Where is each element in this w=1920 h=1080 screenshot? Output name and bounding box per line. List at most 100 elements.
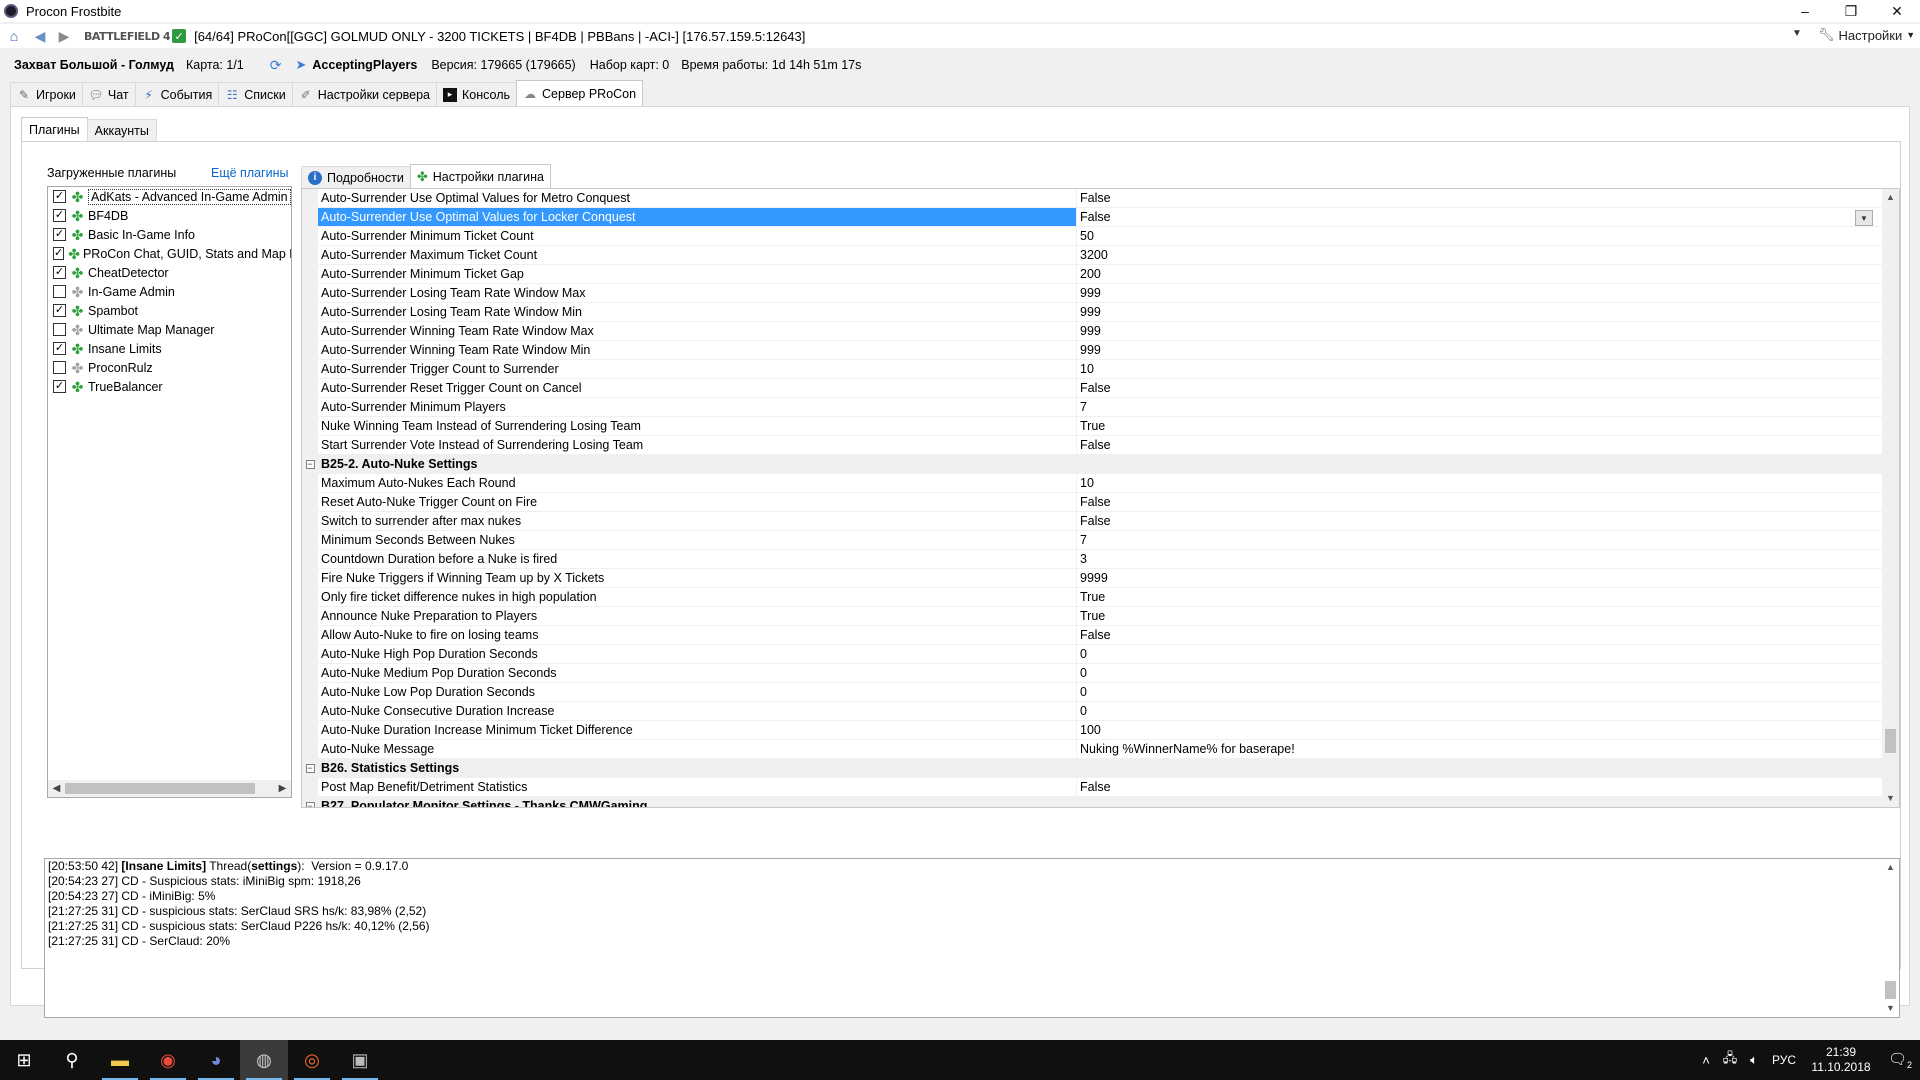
setting-value[interactable]: 9999	[1076, 569, 1882, 588]
minimize-button[interactable]: –	[1782, 0, 1828, 22]
setting-name[interactable]: Auto-Nuke Medium Pop Duration Seconds	[318, 664, 1076, 683]
settings-row[interactable]: Auto-Surrender Use Optimal Values for Lo…	[302, 208, 1882, 227]
tab-console[interactable]: ▸ Консоль	[436, 82, 518, 106]
setting-value[interactable]: 999	[1076, 284, 1882, 303]
settings-row[interactable]: Auto-Surrender Reset Trigger Count on Ca…	[302, 379, 1882, 398]
volume-icon[interactable]: 🔈︎	[1742, 1052, 1766, 1068]
setting-value[interactable]: 200	[1076, 265, 1882, 284]
setting-value[interactable]: 100	[1076, 721, 1882, 740]
setting-name[interactable]: Auto-Nuke Message	[318, 740, 1076, 759]
plugin-list[interactable]: ✓ ✤ AdKats - Advanced In-Game Admin ✓ ✤ BF4DB…	[47, 186, 292, 798]
setting-name[interactable]: Auto-Surrender Use Optimal Values for Lo…	[318, 208, 1076, 227]
settings-row[interactable]: Auto-Nuke Consecutive Duration Increase 0	[302, 702, 1882, 721]
setting-name[interactable]: Only fire ticket difference nukes in hig…	[318, 588, 1076, 607]
setting-name[interactable]: Auto-Nuke Consecutive Duration Increase	[318, 702, 1076, 721]
setting-value[interactable]: 50	[1076, 227, 1882, 246]
settings-row[interactable]: Minimum Seconds Between Nukes 7	[302, 531, 1882, 550]
settings-row[interactable]: Auto-Surrender Use Optimal Values for Me…	[302, 189, 1882, 208]
plugin-list-item[interactable]: ✤ ProconRulz	[48, 358, 291, 377]
setting-value[interactable]: 999	[1076, 322, 1882, 341]
tab-procon-server[interactable]: ☁︎ Сервер PRoCon	[516, 80, 644, 106]
plugin-enabled-checkbox[interactable]: ✓	[53, 247, 65, 260]
setting-value[interactable]: False	[1076, 626, 1882, 645]
setting-value[interactable]: False	[1076, 512, 1882, 531]
plugin-enabled-checkbox[interactable]: ✓	[53, 304, 66, 317]
log-scrollbar[interactable]: ▲ ▼	[1882, 859, 1899, 1017]
settings-row[interactable]: Auto-Surrender Winning Team Rate Window …	[302, 322, 1882, 341]
taskbar-procon[interactable]: ◍	[240, 1040, 288, 1080]
setting-value[interactable]: False	[1076, 778, 1882, 797]
plugin-output-log[interactable]: [20:53:50 42] [Insane Limits] Thread(set…	[44, 858, 1900, 1018]
settings-row[interactable]: Auto-Nuke Message Nuking %WinnerName% for…	[302, 740, 1882, 759]
chevron-up-icon[interactable]: ˄	[1694, 1053, 1718, 1068]
plugin-enabled-checkbox[interactable]: ✓	[53, 380, 66, 393]
notifications-icon[interactable]: 🗨︎2	[1880, 1050, 1920, 1070]
network-icon[interactable]: 🖧︎	[1718, 1049, 1742, 1071]
settings-row[interactable]: Only fire ticket difference nukes in hig…	[302, 588, 1882, 607]
plugin-enabled-checkbox[interactable]: ✓	[53, 266, 66, 279]
plugin-enabled-checkbox[interactable]	[53, 361, 66, 374]
settings-row[interactable]: Countdown Duration before a Nuke is fire…	[302, 550, 1882, 569]
setting-name[interactable]: Reset Auto-Nuke Trigger Count on Fire	[318, 493, 1076, 512]
plugin-list-item[interactable]: ✓✤PRoCon Chat, GUID, Stats and Map Logge…	[48, 244, 291, 263]
settings-category[interactable]: − B26. Statistics Settings	[302, 759, 1882, 778]
scroll-down-arrow[interactable]: ▼	[1882, 790, 1899, 807]
settings-row[interactable]: Auto-Surrender Trigger Count to Surrende…	[302, 360, 1882, 379]
settings-row[interactable]: Start Surrender Vote Instead of Surrende…	[302, 436, 1882, 455]
setting-name[interactable]: Maximum Auto-Nukes Each Round	[318, 474, 1076, 493]
settings-row[interactable]: Announce Nuke Preparation to Players True	[302, 607, 1882, 626]
home-icon[interactable]: ⌂	[6, 28, 22, 44]
plugin-list-item[interactable]: ✓ ✤ Basic In-Game Info	[48, 225, 291, 244]
tab-server-settings[interactable]: ✐ Настройки сервера	[291, 82, 438, 106]
setting-value[interactable]: False	[1076, 379, 1882, 398]
setting-name[interactable]: Auto-Nuke High Pop Duration Seconds	[318, 645, 1076, 664]
plugin-enabled-checkbox[interactable]: ✓	[53, 190, 66, 203]
tab-events[interactable]: ⚡︎ События	[134, 82, 220, 106]
settings-row[interactable]: Auto-Surrender Minimum Players 7	[302, 398, 1882, 417]
setting-value[interactable]: 0	[1076, 702, 1882, 721]
tab-details[interactable]: i Подробности	[301, 166, 411, 188]
scroll-thumb[interactable]	[1885, 981, 1896, 999]
settings-row[interactable]: Auto-Surrender Losing Team Rate Window M…	[302, 303, 1882, 322]
setting-name[interactable]: Countdown Duration before a Nuke is fire…	[318, 550, 1076, 569]
setting-name[interactable]: Post Map Benefit/Detriment Statistics	[318, 778, 1076, 797]
setting-name[interactable]: Minimum Seconds Between Nukes	[318, 531, 1076, 550]
setting-value[interactable]: 7	[1076, 398, 1882, 417]
connection-dropdown-arrow[interactable]: ▼	[1792, 28, 1802, 39]
taskbar-explorer[interactable]: ▬	[96, 1040, 144, 1080]
plugin-list-item[interactable]: ✓ ✤ Insane Limits	[48, 339, 291, 358]
setting-value[interactable]: False	[1076, 493, 1882, 512]
setting-name[interactable]: Fire Nuke Triggers if Winning Team up by…	[318, 569, 1076, 588]
settings-row[interactable]: Auto-Surrender Minimum Ticket Count 50	[302, 227, 1882, 246]
setting-value[interactable]: Nuking %WinnerName% for baserape!	[1076, 740, 1882, 759]
setting-value[interactable]: 0	[1076, 683, 1882, 702]
value-dropdown-button[interactable]: ▼	[1855, 210, 1873, 226]
setting-name[interactable]: Auto-Surrender Minimum Ticket Gap	[318, 265, 1076, 284]
settings-row[interactable]: Auto-Nuke Duration Increase Minimum Tick…	[302, 721, 1882, 740]
start-button[interactable]: ⊞	[0, 1040, 48, 1080]
taskbar-discord[interactable]: ◕	[192, 1040, 240, 1080]
plugin-list-scrollbar[interactable]: ◀ ▶	[48, 780, 291, 797]
settings-row[interactable]: Auto-Surrender Maximum Ticket Count 3200	[302, 246, 1882, 265]
settings-row[interactable]: Post Map Benefit/Detriment Statistics Fal…	[302, 778, 1882, 797]
close-button[interactable]: ✕	[1874, 0, 1920, 22]
setting-value[interactable]: 0	[1076, 664, 1882, 683]
settings-category[interactable]: − B25-2. Auto-Nuke Settings	[302, 455, 1882, 474]
tab-players[interactable]: ✎ Игроки	[10, 82, 83, 106]
setting-name[interactable]: Auto-Nuke Low Pop Duration Seconds	[318, 683, 1076, 702]
collapse-toggle[interactable]: −	[302, 455, 318, 474]
settings-row[interactable]: Reset Auto-Nuke Trigger Count on Fire Fal…	[302, 493, 1882, 512]
tab-accounts[interactable]: Аккаунты	[86, 119, 157, 141]
setting-name[interactable]: Auto-Surrender Reset Trigger Count on Ca…	[318, 379, 1076, 398]
setting-value[interactable]: True	[1076, 588, 1882, 607]
settings-row[interactable]: Allow Auto-Nuke to fire on losing teams F…	[302, 626, 1882, 645]
maximize-button[interactable]: ❐	[1828, 0, 1874, 22]
settings-row[interactable]: Fire Nuke Triggers if Winning Team up by…	[302, 569, 1882, 588]
plugin-enabled-checkbox[interactable]: ✓	[53, 228, 66, 241]
taskbar-yandex-browser[interactable]: ◉	[144, 1040, 192, 1080]
settings-row[interactable]: Auto-Nuke Medium Pop Duration Seconds 0	[302, 664, 1882, 683]
setting-name[interactable]: Auto-Surrender Minimum Players	[318, 398, 1076, 417]
setting-name[interactable]: Auto-Surrender Winning Team Rate Window …	[318, 322, 1076, 341]
settings-row[interactable]: Maximum Auto-Nukes Each Round 10	[302, 474, 1882, 493]
setting-name[interactable]: Auto-Surrender Losing Team Rate Window M…	[318, 303, 1076, 322]
